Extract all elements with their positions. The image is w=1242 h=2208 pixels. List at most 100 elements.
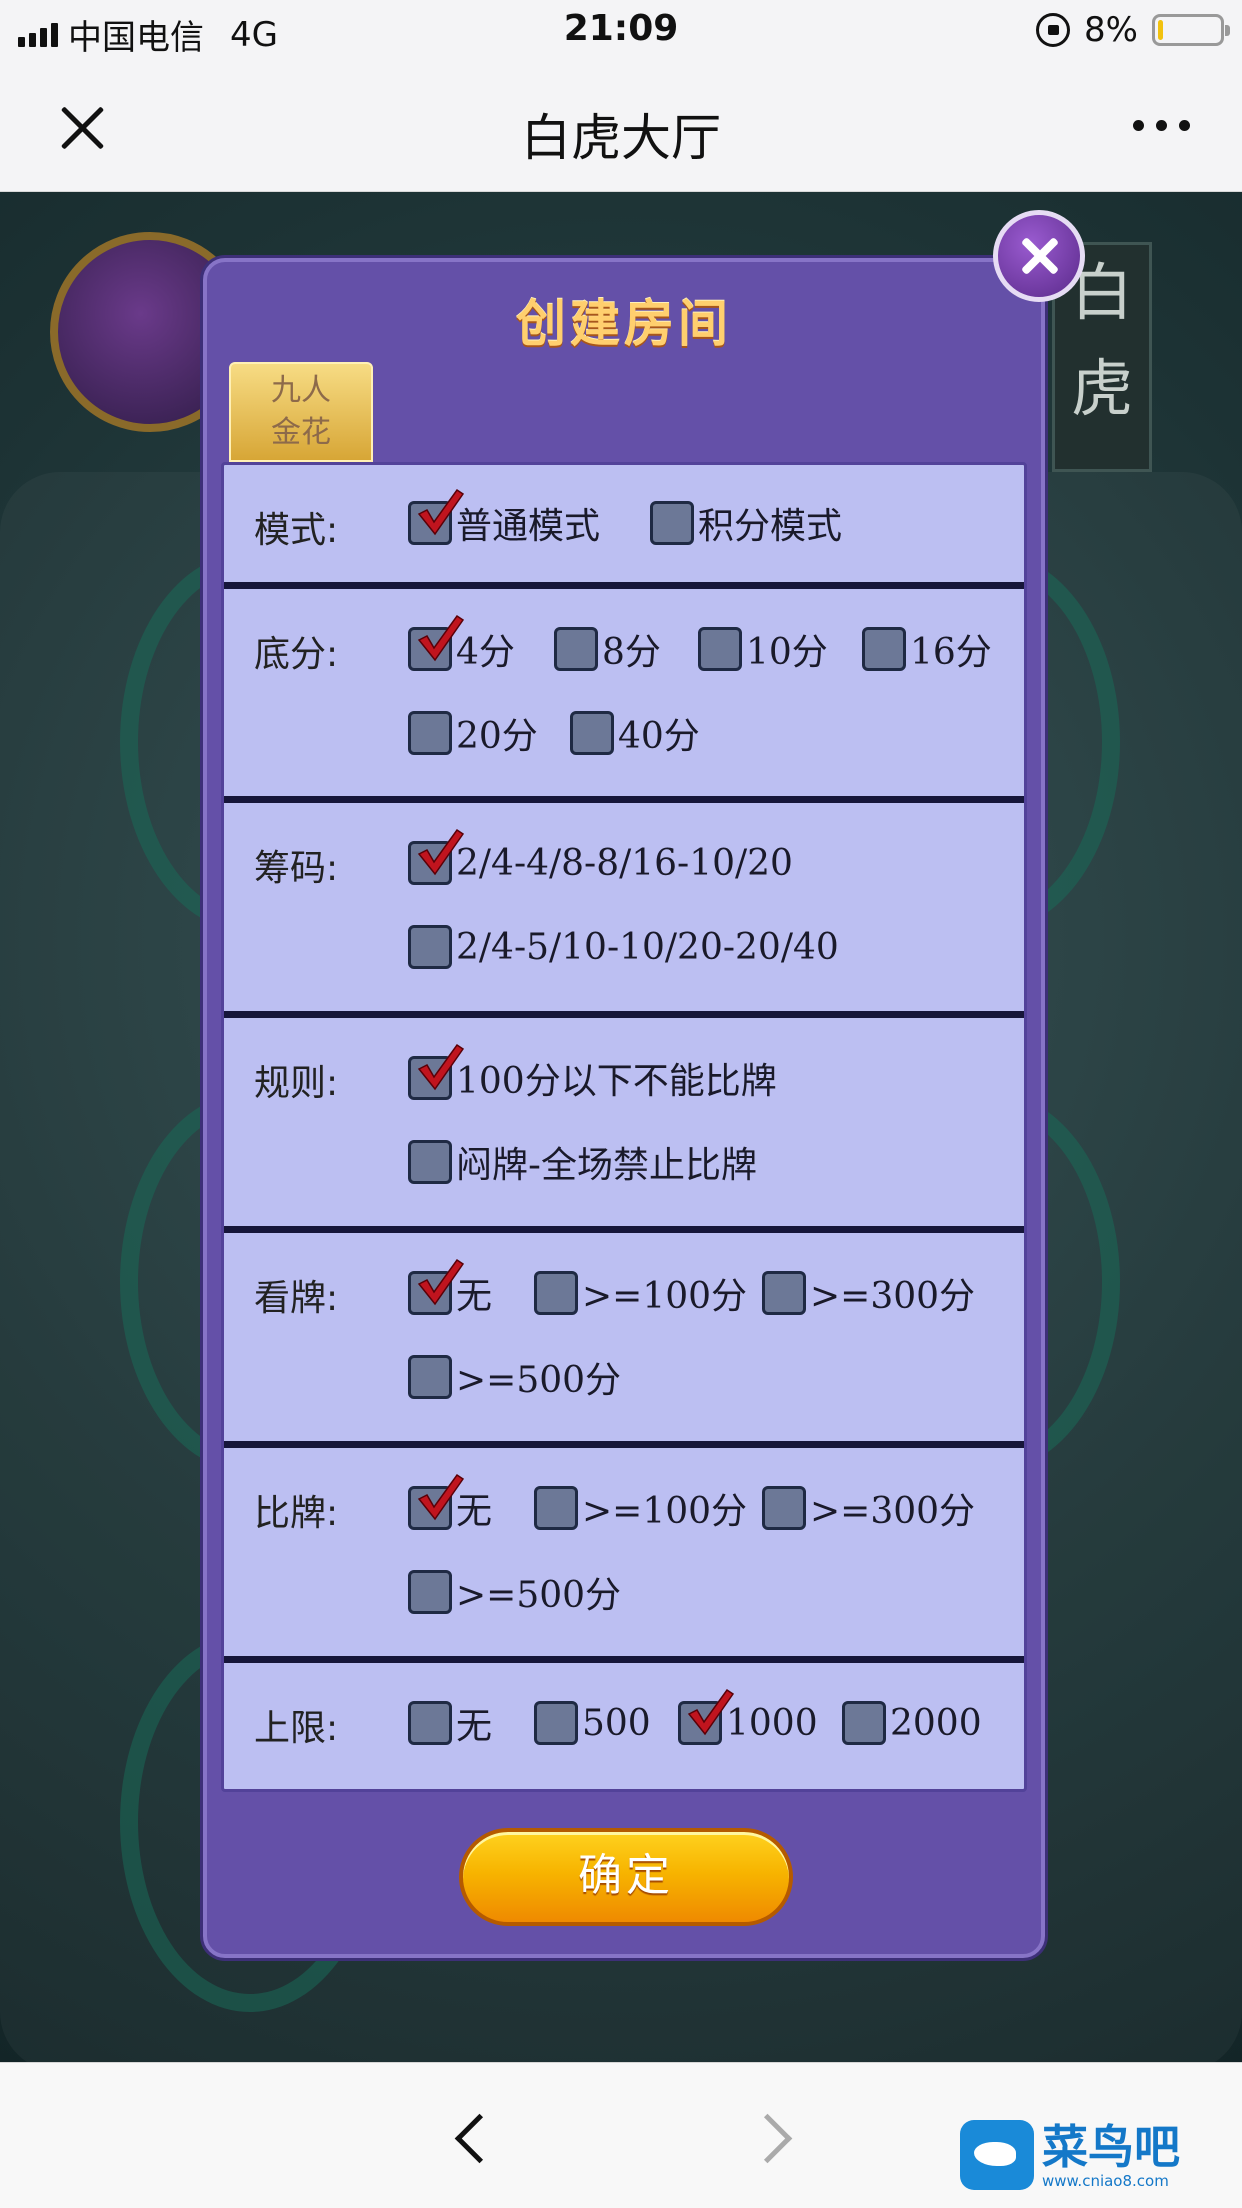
section-limit: 上限: 无 500 1000 2000 <box>224 1663 1024 1789</box>
checkmark-icon <box>417 1043 465 1091</box>
option-checkbox-checked[interactable]: 100分以下不能比牌 <box>408 1043 777 1102</box>
option-checkbox-checked[interactable]: 无 <box>408 1258 492 1317</box>
checkbox-box[interactable] <box>408 1473 465 1530</box>
checkbox-box[interactable] <box>554 627 598 671</box>
option-checkbox[interactable]: 40分 <box>570 709 700 757</box>
status-right: 8% <box>1036 10 1230 50</box>
checkmark-icon <box>417 1473 465 1521</box>
option-label: 积分模式 <box>698 506 843 547</box>
checkmark-icon <box>417 614 465 662</box>
option-label: >=100分 <box>582 1276 748 1317</box>
option-checkbox[interactable]: >=300分 <box>762 1484 975 1532</box>
checkbox-box[interactable] <box>678 1688 735 1745</box>
watermark-logo: 菜鸟吧 www.cniao8.com <box>960 2115 1230 2195</box>
checkbox-box[interactable] <box>408 1258 465 1315</box>
checkbox-box[interactable] <box>534 1486 578 1530</box>
create-room-dialog: 创建房间 九人 金花 模式: 普通模式 积分模式 底分: 4分 8分 10分 1… <box>203 210 1085 1958</box>
checkbox-box[interactable] <box>408 711 452 755</box>
section-chips: 筹码: 2/4-4/8-8/16-10/20 2/4-5/10-10/20-20… <box>224 803 1024 1018</box>
option-label: >=500分 <box>456 1575 622 1616</box>
chevron-left-icon[interactable] <box>450 2109 490 2165</box>
option-checkbox[interactable]: 闷牌-全场禁止比牌 <box>408 1138 757 1186</box>
option-checkbox[interactable]: 无 <box>408 1699 492 1747</box>
section-mode: 模式: 普通模式 积分模式 <box>224 465 1024 589</box>
checkbox-box[interactable] <box>534 1271 578 1315</box>
section-label: 看牌: <box>254 1278 339 1319</box>
option-checkbox[interactable]: >=100分 <box>534 1269 747 1317</box>
watermark-text: 菜鸟吧 www.cniao8.com <box>1042 2121 1180 2189</box>
checkbox-box[interactable] <box>408 614 465 671</box>
checkbox-box[interactable] <box>408 488 465 545</box>
tab-label-line2: 金花 <box>271 415 331 450</box>
option-checkbox-checked[interactable]: 无 <box>408 1473 492 1532</box>
tab-nine-player-jinhua[interactable]: 九人 金花 <box>229 362 373 462</box>
checkbox-box[interactable] <box>570 711 614 755</box>
options-panel: 模式: 普通模式 积分模式 底分: 4分 8分 10分 16分 20分 40分 … <box>221 462 1027 1792</box>
option-checkbox-checked[interactable]: 1000 <box>678 1688 818 1747</box>
watermark-url: www.cniao8.com <box>1042 2172 1169 2190</box>
checkbox-box[interactable] <box>650 501 694 545</box>
checkbox-box[interactable] <box>408 1140 452 1184</box>
checkbox-box[interactable] <box>408 1043 465 1100</box>
option-checkbox[interactable]: 2/4-5/10-10/20-20/40 <box>408 923 839 971</box>
option-checkbox[interactable]: 2000 <box>842 1699 982 1747</box>
watermark-title: 菜鸟吧 <box>1042 2120 1180 2174</box>
checkbox-box[interactable] <box>408 828 465 885</box>
checkbox-box[interactable] <box>408 1355 452 1399</box>
section-label: 筹码: <box>254 848 339 889</box>
section-label: 比牌: <box>254 1493 339 1534</box>
page-title: 白虎大厅 <box>521 109 721 167</box>
checkbox-box[interactable] <box>762 1271 806 1315</box>
more-icon[interactable] <box>1133 120 1190 131</box>
option-label: 8分 <box>602 632 661 673</box>
section-base-score: 底分: 4分 8分 10分 16分 20分 40分 <box>224 589 1024 803</box>
section-rules: 规则: 100分以下不能比牌 闷牌-全场禁止比牌 <box>224 1018 1024 1233</box>
section-label: 规则: <box>254 1063 339 1104</box>
section-compare-card: 比牌: 无 >=100分 >=300分 >=500分 <box>224 1448 1024 1663</box>
option-label: 500 <box>582 1702 651 1744</box>
status-bar: 中国电信 4G 21:09 8% <box>0 0 1242 62</box>
checkbox-box[interactable] <box>862 627 906 671</box>
option-checkbox[interactable]: 8分 <box>554 625 661 673</box>
section-label: 上限: <box>254 1708 339 1749</box>
bird-icon <box>960 2120 1034 2190</box>
section-look-card: 看牌: 无 >=100分 >=300分 >=500分 <box>224 1233 1024 1448</box>
battery-icon <box>1152 14 1230 46</box>
option-checkbox[interactable]: 积分模式 <box>650 499 842 547</box>
option-label: 40分 <box>618 716 700 757</box>
checkbox-box[interactable] <box>408 1701 452 1745</box>
tiger-sign-char: 虎 <box>1070 352 1133 425</box>
checkbox-box[interactable] <box>408 925 452 969</box>
option-label: 2/4-4/8-8/16-10/20 <box>456 842 793 884</box>
option-checkbox[interactable]: >=100分 <box>534 1484 747 1532</box>
option-checkbox[interactable]: 500 <box>534 1699 651 1747</box>
option-label: >=100分 <box>582 1491 748 1532</box>
checkbox-box[interactable] <box>842 1701 886 1745</box>
option-checkbox[interactable]: >=500分 <box>408 1568 621 1616</box>
option-checkbox[interactable]: 20分 <box>408 709 538 757</box>
checkbox-box[interactable] <box>408 1570 452 1614</box>
option-checkbox[interactable]: >=300分 <box>762 1269 975 1317</box>
chevron-right-icon[interactable] <box>752 2109 792 2165</box>
option-checkbox[interactable]: >=500分 <box>408 1353 621 1401</box>
option-label: >=300分 <box>810 1276 976 1317</box>
checkbox-box[interactable] <box>534 1701 578 1745</box>
option-label: 100分以下不能比牌 <box>456 1061 777 1102</box>
option-label: >=500分 <box>456 1360 622 1401</box>
option-label: 2/4-5/10-10/20-20/40 <box>456 926 839 968</box>
option-label: >=300分 <box>810 1491 976 1532</box>
option-label: 闷牌-全场禁止比牌 <box>456 1145 757 1186</box>
option-checkbox-checked[interactable]: 4分 <box>408 614 515 673</box>
option-checkbox-checked[interactable]: 普通模式 <box>408 488 601 547</box>
rotation-lock-icon <box>1036 13 1071 47</box>
option-checkbox[interactable]: 16分 <box>862 625 992 673</box>
checkbox-box[interactable] <box>762 1486 806 1530</box>
section-label: 模式: <box>254 510 339 551</box>
option-label: 普通模式 <box>456 506 601 547</box>
battery-fill <box>1158 20 1163 40</box>
confirm-button[interactable]: 确定 <box>459 1828 793 1926</box>
option-checkbox[interactable]: 10分 <box>698 625 828 673</box>
dialog-close-button[interactable] <box>993 210 1085 302</box>
option-checkbox-checked[interactable]: 2/4-4/8-8/16-10/20 <box>408 828 793 887</box>
checkbox-box[interactable] <box>698 627 742 671</box>
